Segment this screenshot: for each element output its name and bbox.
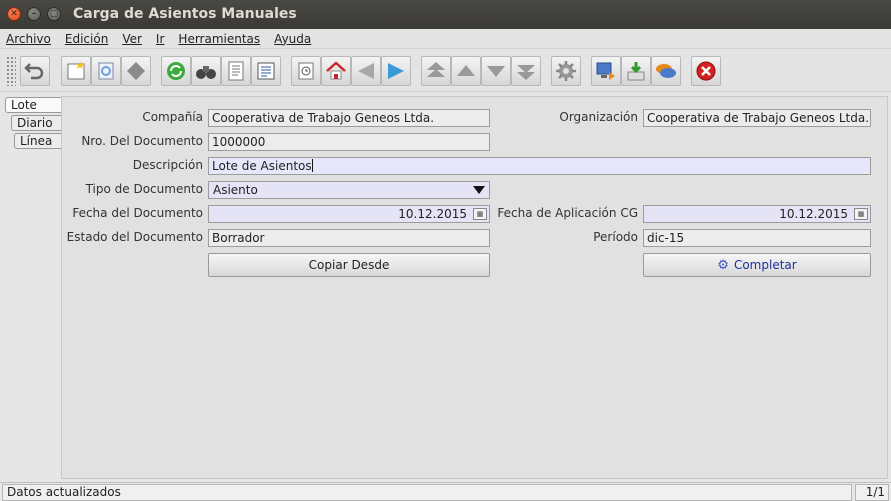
find-button[interactable]	[191, 56, 221, 86]
home-button[interactable]	[321, 56, 351, 86]
accounting-date-label: Fecha de Aplicación CG	[497, 206, 638, 220]
text-caret	[311, 159, 313, 172]
chat-button[interactable]	[651, 56, 681, 86]
first-record-button[interactable]	[421, 56, 451, 86]
menu-edicion[interactable]: Edición	[65, 32, 108, 46]
calendar-icon[interactable]: ▦	[854, 208, 868, 220]
calendar-icon[interactable]: ▦	[473, 208, 487, 220]
document-status-field[interactable]: Borrador	[208, 229, 490, 247]
delete-record-icon	[127, 62, 145, 80]
close-window-button[interactable]: ✕	[7, 7, 21, 21]
window-title: Carga de Asientos Manuales	[73, 6, 297, 22]
forward-button[interactable]	[381, 56, 411, 86]
exit-button[interactable]	[691, 56, 721, 86]
accounting-date-field[interactable]: 10.12.2015 ▦	[643, 205, 871, 223]
period-field[interactable]: dic-15	[643, 229, 871, 247]
home-icon	[326, 61, 346, 80]
status-bar: Datos actualizados 1/1	[0, 482, 891, 501]
report-icon	[228, 61, 244, 81]
document-type-select[interactable]: Asiento	[208, 181, 490, 199]
previous-record-icon	[457, 65, 475, 76]
menu-bar: Archivo Edición Ver Ir Herramientas Ayud…	[0, 29, 891, 49]
find-icon	[196, 66, 216, 79]
toolbar-grip[interactable]	[6, 56, 16, 86]
undo-button[interactable]	[20, 56, 50, 86]
new-record-button[interactable]	[61, 56, 91, 86]
last-record-icon	[517, 65, 535, 80]
previous-record-button[interactable]	[451, 56, 481, 86]
form-view-icon	[257, 62, 275, 80]
last-record-button[interactable]	[511, 56, 541, 86]
company-label: Compañía	[142, 110, 203, 124]
document-date-field[interactable]: 10.12.2015 ▦	[208, 205, 490, 223]
history-button[interactable]	[291, 56, 321, 86]
record-count[interactable]: 1/1	[855, 484, 889, 501]
close-icon: ✕	[10, 8, 18, 19]
menu-ver[interactable]: Ver	[122, 32, 142, 46]
chevron-down-icon	[473, 186, 485, 194]
copy-record-icon	[98, 62, 114, 80]
form-panel	[61, 96, 888, 479]
first-record-icon	[427, 62, 445, 77]
next-record-icon	[487, 66, 505, 77]
status-message: Datos actualizados	[2, 484, 852, 501]
menu-archivo[interactable]: Archivo	[6, 32, 51, 46]
minimize-window-button[interactable]: –	[27, 7, 41, 21]
copy-from-button[interactable]: Copiar Desde	[208, 253, 490, 277]
undo-icon	[24, 63, 44, 80]
new-record-icon	[67, 61, 85, 80]
import-button[interactable]	[621, 56, 651, 86]
maximize-icon: ▢	[49, 8, 59, 19]
copy-record-button[interactable]	[91, 56, 121, 86]
refresh-icon	[167, 62, 185, 80]
company-field[interactable]: Cooperativa de Trabajo Geneos Ltda.	[208, 109, 490, 127]
chat-icon	[656, 64, 676, 78]
menu-ir[interactable]: Ir	[156, 32, 164, 46]
document-type-label: Tipo de Documento	[85, 182, 203, 196]
description-field[interactable]: Lote de Asientos	[208, 157, 871, 175]
organization-field[interactable]: Cooperativa de Trabajo Geneos Ltda.	[643, 109, 871, 127]
gear-icon: ⚙	[717, 257, 729, 273]
description-label: Descripción	[132, 158, 203, 172]
exit-icon	[696, 61, 716, 81]
menu-ayuda[interactable]: Ayuda	[274, 32, 311, 46]
back-icon	[358, 63, 374, 79]
forward-icon	[388, 63, 404, 79]
history-icon	[298, 62, 314, 80]
complete-button[interactable]: ⚙ Completar	[643, 253, 871, 277]
report-button[interactable]	[221, 56, 251, 86]
document-status-label: Estado del Documento	[66, 230, 203, 244]
tab-linea[interactable]: Línea	[14, 133, 62, 149]
document-date-label: Fecha del Documento	[72, 206, 203, 220]
back-button[interactable]	[351, 56, 381, 86]
next-record-button[interactable]	[481, 56, 511, 86]
export-icon	[596, 62, 615, 80]
document-number-field[interactable]: 1000000	[208, 133, 490, 151]
title-bar: ✕ – ▢ Carga de Asientos Manuales	[0, 0, 891, 29]
process-button[interactable]	[551, 56, 581, 86]
document-number-label: Nro. Del Documento	[81, 134, 203, 148]
process-icon	[556, 61, 576, 81]
form-view-button[interactable]	[251, 56, 281, 86]
toolbar	[0, 50, 891, 92]
period-label: Período	[593, 230, 638, 244]
minimize-icon: –	[31, 8, 37, 19]
tab-diario[interactable]: Diario	[11, 115, 62, 131]
maximize-window-button[interactable]: ▢	[47, 7, 61, 21]
refresh-button[interactable]	[161, 56, 191, 86]
tab-lote[interactable]: Lote	[5, 97, 62, 113]
menu-herramientas[interactable]: Herramientas	[178, 32, 260, 46]
delete-record-button[interactable]	[121, 56, 151, 86]
organization-label: Organización	[559, 110, 638, 124]
export-button[interactable]	[591, 56, 621, 86]
import-icon	[627, 62, 645, 81]
